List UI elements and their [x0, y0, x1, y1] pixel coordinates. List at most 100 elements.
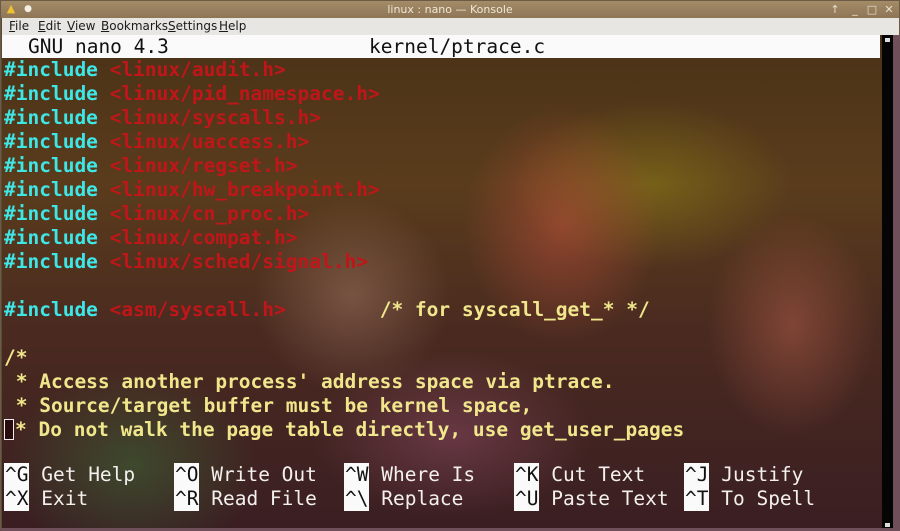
preprocessor-directive: #include [4, 130, 98, 153]
include-path: <linux/pid_namespace.h> [109, 82, 380, 105]
shortcut-key: ^J [684, 463, 710, 487]
menu-bar: File Edit View Bookmarks Settings Help [2, 18, 899, 35]
terminal-scrollbar[interactable] [882, 35, 893, 530]
include-path: <linux/cn_proc.h> [109, 202, 310, 225]
menu-settings[interactable]: Settings [168, 19, 217, 33]
text-cursor [4, 419, 14, 440]
include-path: <asm/syscall.h> [109, 298, 286, 321]
shortcut-label: Read File [211, 487, 317, 510]
preprocessor-directive: #include [4, 226, 98, 249]
preprocessor-directive: #include [4, 58, 98, 81]
code-line[interactable]: #include <asm/syscall.h> /* for syscall_… [4, 298, 650, 322]
code-line[interactable]: #include <linux/compat.h> [4, 226, 298, 250]
include-path: <linux/hw_breakpoint.h> [109, 178, 380, 201]
menu-file[interactable]: File [9, 19, 29, 33]
code-line[interactable]: * Access another process' address space … [4, 370, 615, 394]
nano-version: GNU nano 4.3 [28, 35, 169, 58]
minimize-icon: _ [852, 3, 858, 16]
preprocessor-directive: #include [4, 298, 98, 321]
code-line[interactable]: #include <linux/syscalls.h> [4, 106, 321, 130]
preprocessor-directive: #include [4, 82, 98, 105]
shortcut-justify[interactable]: ^J Justify [684, 463, 803, 487]
include-path: <linux/regset.h> [109, 154, 298, 177]
preprocessor-directive: #include [4, 202, 98, 225]
window-frame-right [893, 35, 900, 530]
shortcut-label: Justify [721, 463, 804, 486]
shortcut-key: ^T [684, 487, 710, 511]
shortcut-key: ^O [174, 463, 200, 487]
preprocessor-directive: #include [4, 250, 98, 273]
include-path: <linux/sched/signal.h> [109, 250, 368, 273]
title-bar[interactable]: ▲ ● linux : nano — Konsole ↑ _ □ ✕ [1, 1, 899, 18]
shortcut-label: Exit [41, 487, 89, 510]
shortcut-key: ^R [174, 487, 200, 511]
menu-label: ookmarks [109, 19, 169, 33]
mnemonic: S [168, 19, 176, 33]
scroll-up-arrow-icon[interactable] [885, 38, 890, 42]
shortcut-write-out[interactable]: ^O Write Out [174, 463, 317, 487]
keep-above-button[interactable]: ↑ [827, 2, 843, 17]
menu-help[interactable]: Help [219, 19, 246, 33]
shortcut-label: Paste Text [551, 487, 669, 510]
window-title: linux : nano — Konsole [387, 3, 513, 16]
scroll-down-arrow-icon[interactable] [885, 523, 890, 527]
shortcut-label: Replace [381, 487, 464, 510]
shortcut-get-help[interactable]: ^G Get Help [4, 463, 135, 487]
shortcut-to-spell[interactable]: ^T To Spell [684, 487, 815, 511]
arrow-up-icon: ↑ [830, 3, 840, 16]
menu-edit[interactable]: Edit [38, 19, 61, 33]
code-line[interactable]: #include <linux/uaccess.h> [4, 130, 309, 154]
code-line[interactable]: #include <linux/regset.h> [4, 154, 298, 178]
shortcut-key: ^U [514, 487, 540, 511]
code-line[interactable]: #include <linux/pid_namespace.h> [4, 82, 380, 106]
mnemonic: E [38, 19, 46, 33]
comment-text: * Access another process' address space … [4, 370, 615, 393]
menu-label: ettings [175, 19, 218, 33]
include-path: <linux/syscalls.h> [109, 106, 321, 129]
terminal-view[interactable]: GNU nano 4.3 kernel/ptrace.c #include <l… [2, 35, 882, 530]
code-line[interactable]: #include <linux/sched/signal.h> [4, 250, 368, 274]
mnemonic: V [67, 19, 75, 33]
shortcut-exit[interactable]: ^X Exit [4, 487, 88, 511]
mnemonic: B [101, 19, 110, 33]
code-line[interactable]: #include <linux/audit.h> [4, 58, 286, 82]
shortcut-key: ^\ [344, 487, 370, 511]
shortcut-bar: ^G Get Help ^O Write Out ^W Where Is ^K … [4, 463, 874, 513]
include-path: <linux/uaccess.h> [109, 130, 310, 153]
shortcut-where-is[interactable]: ^W Where Is [344, 463, 475, 487]
menu-bookmarks[interactable]: Bookmarks [101, 19, 168, 33]
nano-filename: kernel/ptrace.c [369, 35, 546, 58]
shortcut-paste-text[interactable]: ^U Paste Text [514, 487, 669, 511]
shortcut-read-file[interactable]: ^R Read File [174, 487, 317, 511]
shortcut-key: ^G [4, 463, 30, 487]
include-path: <linux/compat.h> [109, 226, 298, 249]
code-line[interactable]: #include <linux/cn_proc.h> [4, 202, 309, 226]
maximize-icon: □ [866, 3, 878, 16]
shortcut-key: ^W [344, 463, 370, 487]
shortcut-key: ^K [514, 463, 540, 487]
code-line[interactable]: * Source/target buffer must be kernel sp… [4, 394, 533, 418]
menu-label: elp [228, 19, 247, 33]
shortcut-replace[interactable]: ^\ Replace [344, 487, 463, 511]
comment-text: * Do not walk the page table directly, u… [15, 418, 685, 441]
minimize-button[interactable]: _ [847, 2, 863, 17]
code-line[interactable]: /* [4, 346, 27, 370]
close-button[interactable]: ✕ [881, 2, 897, 17]
shortcut-label: Write Out [211, 463, 317, 486]
preprocessor-directive: #include [4, 178, 98, 201]
close-icon: ✕ [884, 3, 894, 16]
include-path: <linux/audit.h> [109, 58, 286, 81]
code-line[interactable]: #include <linux/hw_breakpoint.h> [4, 178, 380, 202]
shortcut-label: Get Help [41, 463, 136, 486]
menu-label: iew [74, 19, 96, 33]
maximize-button[interactable]: □ [864, 2, 880, 17]
shortcut-label: Where Is [381, 463, 476, 486]
preprocessor-directive: #include [4, 154, 98, 177]
code-line[interactable]: * Do not walk the page table directly, u… [4, 418, 684, 442]
shortcut-cut-text[interactable]: ^K Cut Text [514, 463, 645, 487]
menu-label: dit [45, 19, 62, 33]
comment-text: /* [4, 346, 28, 369]
shortcut-label: Cut Text [551, 463, 646, 486]
menu-view[interactable]: View [67, 19, 95, 33]
comment-text: /* for syscall_get_* */ [285, 298, 650, 321]
